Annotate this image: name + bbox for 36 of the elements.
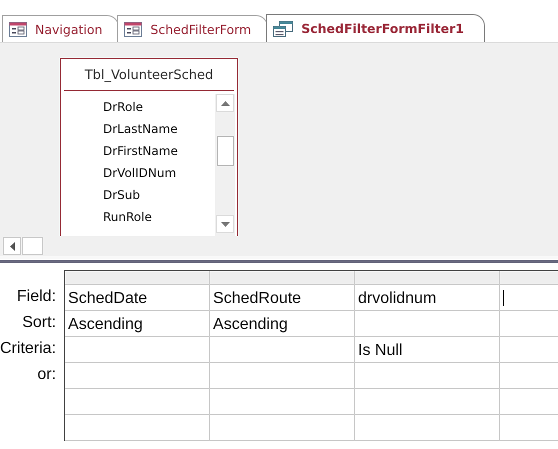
field-list-item[interactable]: DrRole [103,99,215,121]
row-label: Field: [16,287,56,307]
scroll-down-icon[interactable] [216,215,234,233]
grid-cell[interactable]: Ascending [210,311,354,337]
grid-cell[interactable]: SchedDate [65,285,210,311]
field-list-item[interactable]: DrFirstName [103,143,215,165]
scroll-thumb[interactable] [22,237,43,255]
grid-cell[interactable]: Ascending [65,311,210,337]
row-label: or: [36,365,56,385]
field-list-item[interactable]: DrSub [103,187,215,209]
grid-cell[interactable]: Is Null [355,337,500,363]
grid-cell[interactable]: drvolidnum [355,285,500,311]
scroll-up-icon[interactable] [216,94,234,112]
splitter-bar[interactable] [0,256,558,263]
scroll-left-icon[interactable] [3,237,21,255]
vertical-scrollbar[interactable] [215,94,235,236]
horizontal-scrollbar[interactable] [0,236,558,256]
column-selector[interactable] [500,271,558,285]
text-cursor [503,290,504,306]
form-icon [9,22,27,36]
column-selector[interactable] [210,271,354,285]
field-list-item[interactable]: RunRole [103,209,215,231]
table-title: Tbl_VolunteerSched [64,59,234,91]
document-tab[interactable]: SchedFilterForm [117,15,268,42]
document-tab[interactable]: SchedFilterFormFilter1 [266,14,485,42]
document-tab[interactable]: Navigation [2,15,120,42]
form-icon [124,22,142,36]
scroll-thumb[interactable] [216,136,234,166]
field-list-item[interactable]: DrVolIDNum [103,165,215,187]
query-icon [273,20,294,36]
grid-cell[interactable]: SchedRoute [210,285,354,311]
column-selector[interactable] [355,271,500,285]
column-selector[interactable] [65,271,210,285]
row-label: Sort: [21,313,56,333]
row-label: Criteria: [0,339,56,359]
field-list-item[interactable]: DrLastName [103,121,215,143]
